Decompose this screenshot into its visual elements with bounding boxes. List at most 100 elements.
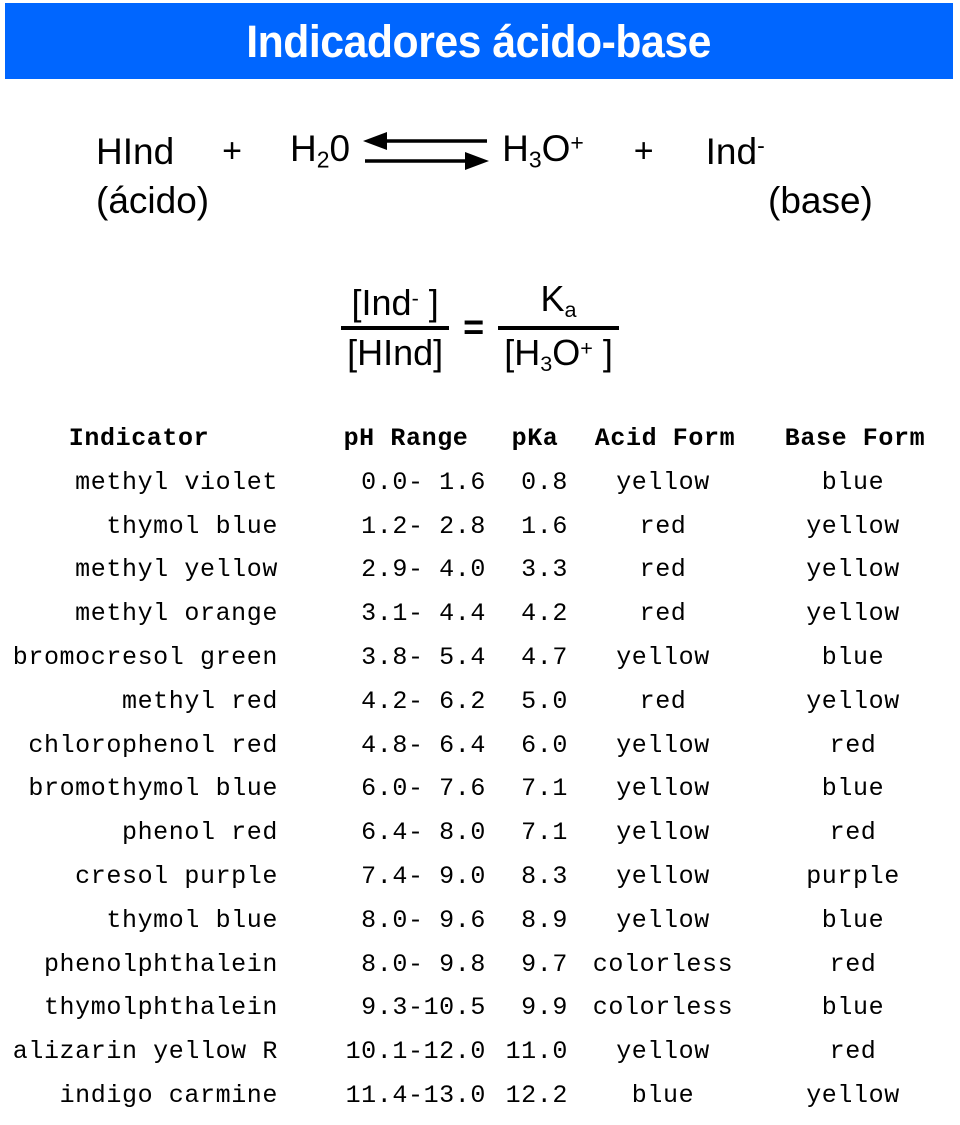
table-row: cresol purple 7.4- 9.0 8.3 yellow purple [0,862,960,906]
cell-indicator: methyl violet [75,467,278,497]
hydronium-den-charge: + [580,335,593,361]
indicator-anion-charge: - [757,132,765,159]
table-row: methyl orange 3.1- 4.4 4.2 red yellow [0,599,960,643]
water-o: 0 [329,128,351,170]
equilibrium-double-arrow-icon [363,130,490,172]
fraction-right: Ka [H3O+ ] [498,281,619,374]
cell-indicator: thymol blue [106,905,278,935]
table-body: methyl violet 0.0- 1.6 0.8 yellow blue thym… [0,468,960,1125]
cell-base-form: purple [806,861,900,891]
cell-pka: 5.0 [505,686,568,716]
cell-acid-form: yellow [616,642,710,672]
fraction-bar-right [498,326,619,330]
cell-acid-form: yellow [616,818,710,848]
equals-sign: = [463,306,485,347]
ka-symbol: K [540,278,565,320]
hydronium-subscript: 3 [528,146,542,173]
label-base: (base) [768,180,873,221]
cell-pka: 3.3 [505,555,568,585]
table-row: chlorophenol red 4.8- 6.4 6.0 yellow red [0,731,960,775]
cell-acid-form: red [639,555,687,585]
cell-base-form: blue [821,642,885,672]
cell-base-form: blue [821,467,885,497]
cell-pka: 1.6 [505,511,568,541]
cell-base-form: red [829,818,877,848]
cell-indicator: thymolphthalein [43,993,278,1023]
table-row: methyl yellow 2.9- 4.0 3.3 red yellow [0,555,960,599]
cell-indicator: phenol red [121,818,278,848]
table-row: thymolphthalein 9.3-10.5 9.9 colorless blu… [0,993,960,1037]
ka-subscript: a [564,297,577,323]
table-row: phenol red 6.4- 8.0 7.1 yellow red [0,818,960,862]
table-row: methyl red 4.2- 6.2 5.0 red yellow [0,687,960,731]
cell-pka: 8.9 [505,905,568,935]
plus-sign-2: + [633,132,654,170]
hydronium-den-o: O [552,332,581,373]
cell-ph-range: 8.0- 9.6 [345,905,486,935]
cell-acid-form: colorless [592,949,734,979]
fraction-right-denominator: [H3O+ ] [498,335,619,375]
cell-pka: 4.2 [505,599,568,629]
ind-bracket-close: ] [418,282,439,323]
cell-indicator: chlorophenol red [28,730,278,760]
column-header-indicator: Indicator [68,424,210,453]
title-banner: Indicadores ácido-base [5,3,953,79]
fraction-bar-left [341,326,450,330]
equation-row: HInd + H20 H3O+ + Ind- [0,120,960,182]
ind-bracket-open: [Ind [351,282,412,323]
equilibrium-equation: HInd + H20 H3O+ + Ind- (ácido) (base) [0,120,960,250]
cell-pka: 8.3 [505,861,568,891]
column-header-ph-range: pH Range [343,424,469,453]
cell-ph-range: 2.9- 4.0 [345,555,486,585]
table-row: alizarin yellow R 10.1-12.0 11.0 yellow red [0,1037,960,1081]
table-row: phenolphthalein 8.0- 9.8 9.7 colorless red [0,950,960,994]
cell-ph-range: 6.4- 8.0 [345,818,486,848]
cell-acid-form: red [639,599,687,629]
table-header-row: Indicator pH Range pKa Acid Form Base Fo… [0,424,960,468]
cell-acid-form: colorless [592,993,734,1023]
label-acid: (ácido) [96,180,210,221]
cell-indicator: methyl red [121,686,278,716]
cell-base-form: yellow [806,686,900,716]
hydronium-bracket-open: [H [504,332,541,373]
hydronium-o: O [541,128,571,170]
cell-acid-form: yellow [616,905,710,935]
cell-base-form: blue [821,774,885,804]
cell-pka: 7.1 [505,774,568,804]
table-row: thymol blue 8.0- 9.6 8.9 yellow blue [0,906,960,950]
cell-ph-range: 3.1- 4.4 [345,599,486,629]
cell-base-form: yellow [806,599,900,629]
table-row: thymol blue 1.2- 2.8 1.6 red yellow [0,512,960,556]
reactant-hind: HInd [96,130,175,172]
cell-base-form: red [829,730,877,760]
cell-acid-form: yellow [616,1037,710,1067]
cell-ph-range: 4.2- 6.2 [345,686,486,716]
hydronium-h: H [502,128,529,170]
cell-ph-range: 3.8- 5.4 [345,642,486,672]
cell-pka: 0.8 [505,467,568,497]
cell-ph-range: 8.0- 9.8 [345,949,486,979]
product-hydronium: H3O+ [502,130,584,171]
cell-base-form: yellow [806,555,900,585]
indicator-table: Indicator pH Range pKa Acid Form Base Fo… [0,424,960,1125]
cell-ph-range: 7.4- 9.0 [345,861,486,891]
fraction-left-denominator: [HInd] [347,332,444,373]
cell-ph-range: 0.0- 1.6 [345,467,486,497]
cell-ph-range: 9.3-10.5 [345,993,486,1023]
cell-acid-form: blue [631,1080,695,1110]
cell-indicator: cresol purple [75,861,278,891]
cell-acid-form: yellow [616,861,710,891]
cell-ph-range: 1.2- 2.8 [345,511,486,541]
cell-indicator: bromothymol blue [28,774,278,804]
column-header-acid-form: Acid Form [594,424,736,453]
cell-ph-range: 10.1-12.0 [345,1037,486,1067]
water-subscript: 2 [316,146,330,173]
cell-pka: 11.0 [505,1037,568,1067]
cell-base-form: yellow [806,511,900,541]
cell-base-form: red [829,1037,877,1067]
cell-indicator: alizarin yellow R [12,1037,278,1067]
cell-acid-form: yellow [616,730,710,760]
cell-indicator: indigo carmine [59,1080,278,1110]
column-header-base-form: Base Form [784,424,926,453]
page-title: Indicadores ácido-base [246,15,712,67]
